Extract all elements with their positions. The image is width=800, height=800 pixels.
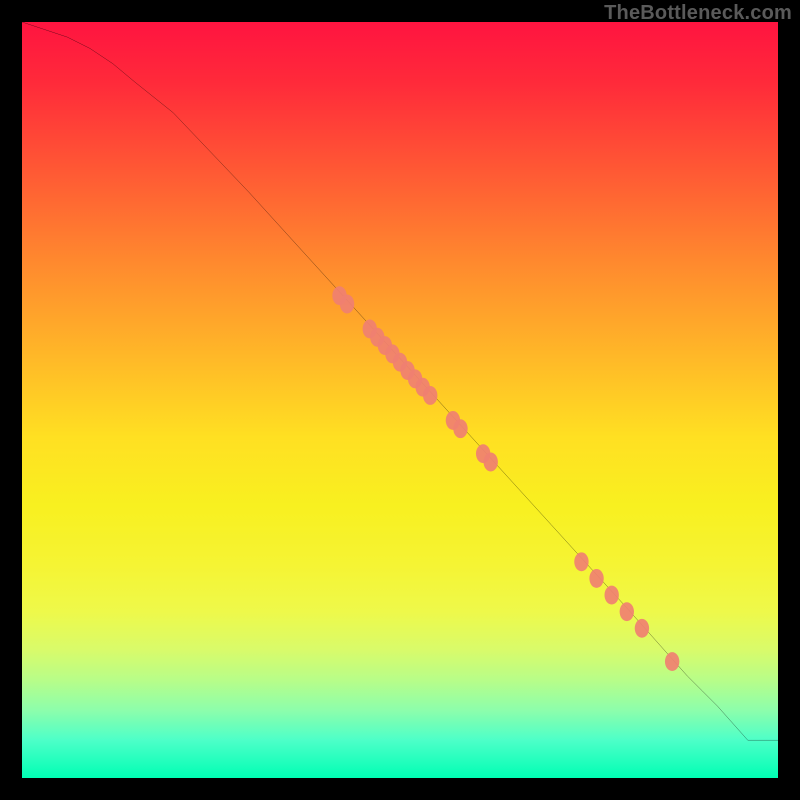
chart-svg (22, 22, 778, 778)
data-point (484, 453, 498, 472)
line-series (22, 22, 778, 740)
scatter-series (332, 286, 679, 671)
chart-frame: TheBottleneck.com (0, 0, 800, 800)
data-point (453, 419, 467, 438)
plot-area (22, 22, 778, 778)
curve-path (22, 22, 778, 740)
data-point (604, 586, 618, 605)
data-point (423, 386, 437, 405)
data-point (620, 602, 634, 621)
data-point (635, 619, 649, 638)
data-point (340, 295, 354, 314)
data-point (574, 552, 588, 571)
data-point (589, 569, 603, 588)
watermark-label: TheBottleneck.com (604, 2, 792, 25)
data-point (665, 652, 679, 671)
